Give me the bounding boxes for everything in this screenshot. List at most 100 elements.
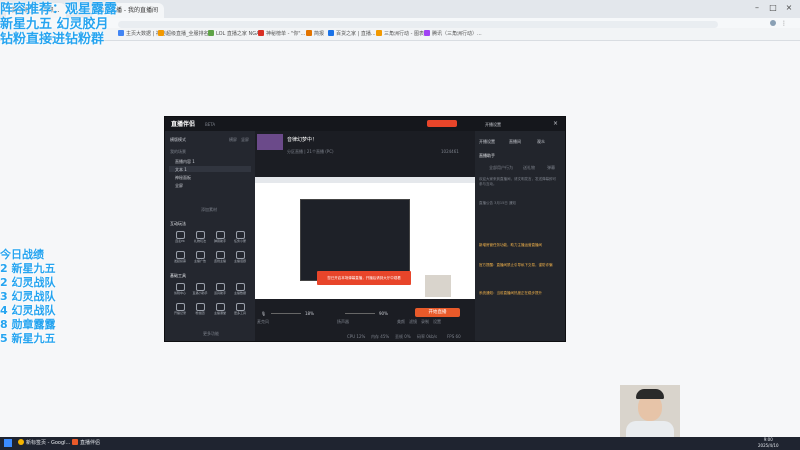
vote-icon	[176, 251, 185, 259]
preview-browser-bar	[255, 177, 475, 183]
tile-interaction-8[interactable]: 主播话题	[233, 251, 247, 263]
tile-tool-2[interactable]: 直播小助手	[192, 283, 208, 295]
bookmark-8[interactable]: 腾讯（三角洲行动）...	[424, 30, 482, 38]
bookmark-2[interactable]: 超级直播_全服排名...	[158, 30, 213, 38]
sub-tab-chat[interactable]: 弹幕	[547, 165, 555, 170]
bookmark-7[interactable]: 三角洲行动 - 图表...	[376, 30, 429, 38]
message-2: 官方提醒：直播间禁止引导私下交易，谨防诈骗	[479, 263, 553, 267]
status-cpu: CPU 12%	[347, 334, 366, 339]
gift-icon	[196, 231, 205, 239]
bookmark-3[interactable]: LOL 直播之家 NGA...	[208, 30, 264, 38]
tile-interaction-5[interactable]: 发起投票	[173, 251, 187, 263]
record-3: 3 幻灵战队	[0, 290, 56, 303]
scene-item-4[interactable]: 全屏	[175, 183, 183, 188]
tile-interaction-4[interactable]: 任务小屋	[233, 231, 247, 243]
tile-interaction-2[interactable]: 礼物玩法	[193, 231, 207, 243]
mic-icon[interactable]: 🎙	[261, 311, 266, 316]
more-features-link[interactable]: 更多功能	[203, 331, 219, 336]
right-tab-3[interactable]: 观众	[537, 139, 545, 144]
speaker-level: 90%	[379, 311, 388, 316]
tool-beauty[interactable]: 美颜	[397, 319, 405, 324]
stream-cover-thumbnail[interactable]	[257, 134, 283, 150]
bookmark-4[interactable]: 神秘榜单 - "你"...	[258, 30, 305, 38]
start-stream-button[interactable]: 开始直播	[415, 308, 460, 317]
preview-webcam	[425, 275, 451, 297]
sub-tab-all[interactable]: 全部用户行为	[489, 165, 513, 170]
bookmark-5[interactable]: 简报	[306, 30, 324, 38]
ad-icon	[196, 251, 205, 259]
scene-item-2[interactable]: 文本 1	[175, 167, 187, 172]
minimize-icon[interactable]: –	[752, 3, 762, 13]
chat-icon	[216, 231, 225, 239]
viewer-count: 1024461	[441, 149, 459, 154]
url-field[interactable]	[118, 21, 718, 28]
close-icon[interactable]: ×	[784, 3, 794, 13]
tool-filter[interactable]: 滤镜	[409, 319, 417, 324]
tile-tool-5[interactable]: 开播记录	[173, 303, 187, 315]
status-bitrate: 码率 0kb/s	[417, 334, 438, 339]
maximize-icon[interactable]: □	[768, 3, 778, 13]
stream-title[interactable]: 音律幻梦中！	[287, 137, 317, 143]
tile-tool-7[interactable]: 主播课堂	[213, 303, 227, 315]
right-tab-1[interactable]: 开播设置	[479, 139, 495, 144]
record-icon	[176, 303, 185, 311]
topic-icon	[236, 251, 245, 259]
record-5: 8 勋章露露	[0, 318, 56, 331]
tile-tool-8[interactable]: 更多工具	[233, 303, 247, 315]
tile-tool-4[interactable]: 主播数据	[233, 283, 247, 295]
taskbar-clock[interactable]: 9:00 2025/4/10	[758, 437, 779, 448]
preview-popup[interactable]: 您已开启本场弹幕直播，开播后请到大厅中观看	[317, 271, 411, 285]
lineup-overlay: 阵容推荐：观星露露 新星九五 幻灵胶月 钻粉直接进钻粉群	[0, 2, 117, 47]
app-version: BETA	[205, 122, 216, 127]
taskbar-item-2[interactable]: 直播伴侣	[72, 439, 100, 448]
class-icon	[216, 303, 225, 311]
app-icon	[72, 439, 78, 445]
scene-item-1[interactable]: 直播内容 1	[175, 159, 195, 164]
mic-level: 18%	[305, 311, 314, 316]
sub-tab-gifts[interactable]: 送礼物	[523, 165, 535, 170]
speaker-slider[interactable]	[345, 313, 375, 314]
tile-tool-6[interactable]: 粉丝团	[193, 303, 207, 315]
live-badge[interactable]	[427, 120, 457, 127]
data-icon	[236, 283, 245, 291]
tile-interaction-3[interactable]: 弹幕助手	[213, 231, 227, 243]
menu-icon[interactable]: ⋮	[781, 20, 787, 27]
assistant-hint: 欢迎大家来到直播间，请文明发言，发送弹幕即可参与互动。	[479, 177, 556, 186]
speaker-label: 扬声器	[337, 319, 349, 324]
bookmark-6[interactable]: 百货之家 | 直播...	[328, 30, 376, 38]
tile-interaction-6[interactable]: 主播广告	[193, 251, 207, 263]
mode-tab-portrait[interactable]: 竖屏	[241, 137, 249, 142]
stream-preview[interactable]: 您已开启本场弹幕直播，开播后请到大厅中观看	[255, 177, 475, 299]
taskbar-date: 2025/4/10	[758, 443, 779, 448]
mode-tab-landscape[interactable]: 横屏	[229, 137, 237, 142]
overlay-line-3: 钻粉直接进钻粉群	[0, 32, 105, 47]
streaming-app-window: 直播伴侣 BETA 开播设置 × 横版模式 横屏 竖屏 我的场景 直播内容 1 …	[164, 116, 566, 342]
right-tab-2[interactable]: 直播间	[509, 139, 521, 144]
record-2: 2 幻灵战队	[0, 276, 56, 289]
profile-icon[interactable]	[770, 20, 776, 26]
scene-item-3[interactable]: 神秘面板	[175, 175, 191, 180]
add-source-button[interactable]: 添加素材	[201, 207, 217, 212]
mic-label: 麦克风	[257, 319, 269, 324]
pk-icon	[176, 231, 185, 239]
scene-header: 我的场景	[170, 149, 186, 154]
record-4: 4 幻灵战队	[0, 304, 56, 317]
tile-tool-3[interactable]: 道具助手	[213, 283, 227, 295]
preview-nested-app	[300, 199, 410, 281]
app-settings-link[interactable]: 开播设置	[485, 122, 501, 127]
status-drop: 丢帧 0%	[395, 334, 411, 339]
tile-interaction-1[interactable]: 连麦PK	[173, 231, 187, 243]
taskbar-item-1[interactable]: 新标签页 - Googl...	[18, 439, 70, 448]
tool-record[interactable]: 录制	[421, 319, 429, 324]
mode-select[interactable]: 横版模式	[170, 137, 186, 142]
record-1: 2 新星九五	[0, 262, 56, 275]
windows-start-icon[interactable]	[4, 439, 12, 447]
right-panel: 开播设置 直播间 观众 直播助手 全部用户行为 送礼物 弹幕 欢迎大家来到直播间…	[475, 131, 565, 341]
tile-tool-1[interactable]: 剪辑中心	[173, 283, 187, 295]
browser-tab-bar: 数据概览 - 腾讯... 虎牙直播 - 我的直播间 – □ ×	[0, 0, 800, 18]
tool-settings[interactable]: 设置	[433, 319, 441, 324]
tile-interaction-7[interactable]: 连线主播	[213, 251, 227, 263]
app-close-icon[interactable]: ×	[553, 121, 558, 127]
mic-slider[interactable]	[271, 313, 301, 314]
left-panel: 横版模式 横屏 竖屏 我的场景 直播内容 1 文本 1 神秘面板 全屏 添加素材…	[165, 131, 255, 341]
